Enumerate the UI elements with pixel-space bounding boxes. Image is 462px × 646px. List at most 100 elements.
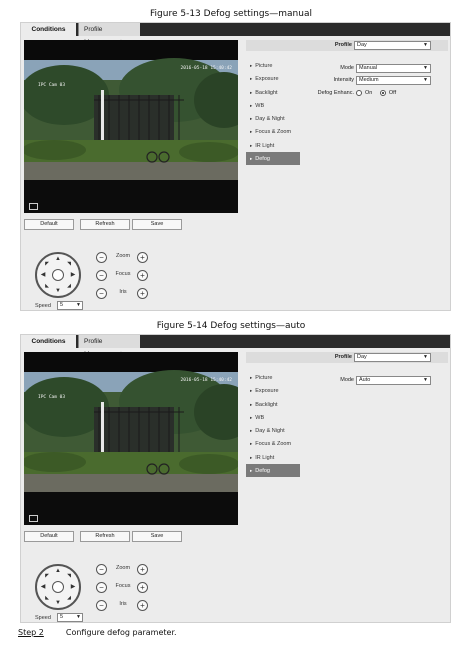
iris-plus-button[interactable]: + (137, 600, 148, 611)
refresh-button[interactable]: Refresh (80, 219, 130, 230)
zoom-label: Zoom (115, 253, 131, 259)
profile-select[interactable]: Day ▼ (354, 353, 431, 362)
defog-settings-auto-screenshot: Conditions Profile Management (20, 334, 451, 623)
zoom-plus-button[interactable]: + (137, 252, 148, 263)
menu-item-wb[interactable]: ▸ WB (246, 411, 300, 424)
chevron-right-icon: ▸ (250, 156, 253, 162)
zoom-plus-button[interactable]: + (137, 564, 148, 575)
defog-settings-manual-screenshot: Conditions Profile Management (20, 22, 451, 311)
default-button[interactable]: Default (24, 219, 74, 230)
ptz-direction-pad[interactable]: ▲ ▼ ◀ ▶ ◤ ◥ ◣ ◢ (35, 564, 81, 610)
speed-select[interactable]: 5 ▼ (57, 301, 83, 310)
focus-plus-button[interactable]: + (137, 270, 148, 281)
chevron-right-icon: ▸ (250, 116, 253, 122)
arrow-up-icon[interactable]: ▲ (54, 567, 62, 575)
step-number: Step 2 (18, 628, 44, 637)
profile-label: Profile (334, 42, 352, 48)
chevron-right-icon: ▸ (250, 102, 253, 108)
zoom-minus-button[interactable]: − (96, 252, 107, 263)
arrow-up-right-icon[interactable]: ◥ (65, 572, 73, 580)
settings-menu: ▸ Picture ▸ Exposure ▸ Backlight ▸ WB ▸ Day &… (246, 371, 300, 478)
profile-select[interactable]: Day ▼ (354, 41, 431, 50)
focus-label: Focus (115, 271, 131, 277)
fullscreen-icon[interactable] (29, 203, 38, 210)
save-button[interactable]: Save (132, 219, 182, 230)
profile-label: Profile (334, 354, 352, 360)
arrow-down-right-icon[interactable]: ◢ (65, 282, 73, 290)
menu-item-defog[interactable]: ▸ Defog (246, 464, 300, 478)
tab-conditions[interactable]: Conditions (21, 23, 76, 36)
mode-value: Auto (359, 377, 371, 383)
arrow-down-right-icon[interactable]: ◢ (65, 594, 73, 602)
tab-bar: Conditions Profile Management (21, 335, 450, 358)
ptz-center-button[interactable] (52, 269, 64, 281)
tab-profile-management[interactable]: Profile Management (78, 23, 140, 46)
speed-value: 5 (60, 614, 64, 620)
mode-field: Mode Manual ▼ (246, 64, 448, 73)
video-camera-label: IPC Cam 03 (38, 83, 66, 88)
on-radio[interactable] (356, 89, 362, 96)
settings-menu: ▸ Picture ▸ Exposure ▸ Backlight ▸ WB ▸ Day &… (246, 59, 300, 166)
defog-enhance-label: Defog Enhanc. (317, 90, 354, 96)
mode-select[interactable]: Auto ▼ (356, 376, 431, 385)
menu-item-backlight[interactable]: ▸ Backlight (246, 398, 300, 411)
menu-item-focus-zoom[interactable]: ▸ Focus & Zoom (246, 125, 300, 138)
menu-item-focus-zoom[interactable]: ▸ Focus & Zoom (246, 437, 300, 450)
chevron-down-icon: ▼ (423, 354, 428, 360)
tab-profile-management[interactable]: Profile Management (78, 335, 140, 358)
arrow-right-icon[interactable]: ▶ (69, 271, 77, 279)
menu-item-defog[interactable]: ▸ Defog (246, 152, 300, 166)
speed-select[interactable]: 5 ▼ (57, 613, 83, 622)
tab-conditions[interactable]: Conditions (21, 335, 76, 348)
live-video: 2016-05-18 15:40:42 IPC Cam 03 (24, 40, 238, 213)
save-button[interactable]: Save (132, 531, 182, 542)
ptz-direction-pad[interactable]: ▲ ▼ ◀ ▶ ◤ ◥ ◣ ◢ (35, 252, 81, 298)
menu-item-ir-light[interactable]: ▸ IR Light (246, 139, 300, 152)
arrow-up-left-icon[interactable]: ◤ (43, 572, 51, 580)
chevron-right-icon: ▸ (250, 142, 253, 148)
arrow-down-icon[interactable]: ▼ (54, 287, 62, 295)
arrow-right-icon[interactable]: ▶ (69, 583, 77, 591)
defog-enhance-radio-group: On Off (356, 89, 436, 98)
arrow-down-icon[interactable]: ▼ (54, 599, 62, 607)
menu-item-exposure[interactable]: ▸ Exposure (246, 384, 300, 397)
intensity-field: Intensity Medium ▼ (246, 76, 448, 85)
arrow-down-left-icon[interactable]: ◣ (43, 282, 51, 290)
zoom-minus-button[interactable]: − (96, 564, 107, 575)
figure-caption: Figure 5-13 Defog settings—manual (150, 9, 312, 19)
ptz-center-button[interactable] (52, 581, 64, 593)
arrow-up-icon[interactable]: ▲ (54, 255, 62, 263)
default-button[interactable]: Default (24, 531, 74, 542)
video-timestamp: 2016-05-18 15:40:42 (180, 378, 232, 383)
iris-minus-button[interactable]: − (96, 288, 107, 299)
figure-caption: Figure 5-14 Defog settings—auto (156, 321, 306, 331)
step-instruction: Step 2 Configure defog parameter. (18, 628, 177, 637)
menu-item-day-night[interactable]: ▸ Day & Night (246, 424, 300, 437)
off-radio[interactable] (379, 89, 386, 96)
arrow-up-right-icon[interactable]: ◥ (65, 260, 73, 268)
focus-plus-button[interactable]: + (137, 582, 148, 593)
menu-item-ir-light[interactable]: ▸ IR Light (246, 451, 300, 464)
focus-label: Focus (115, 583, 131, 589)
profile-value: Day (357, 354, 367, 360)
focus-minus-button[interactable]: − (96, 270, 107, 281)
off-label: Off (388, 90, 397, 96)
arrow-left-icon[interactable]: ◀ (39, 583, 47, 591)
chevron-down-icon: ▼ (423, 377, 428, 383)
menu-item-wb[interactable]: ▸ WB (246, 99, 300, 112)
profile-bar: Profile Day ▼ (246, 352, 448, 363)
arrow-down-left-icon[interactable]: ◣ (43, 594, 51, 602)
mode-select[interactable]: Manual ▼ (356, 64, 431, 73)
arrow-left-icon[interactable]: ◀ (39, 271, 47, 279)
focus-minus-button[interactable]: − (96, 582, 107, 593)
menu-item-day-night[interactable]: ▸ Day & Night (246, 112, 300, 125)
arrow-up-left-icon[interactable]: ◤ (43, 260, 51, 268)
chevron-down-icon: ▼ (423, 42, 428, 48)
defog-enhance-field: Defog Enhanc. On Off (246, 89, 448, 98)
iris-minus-button[interactable]: − (96, 600, 107, 611)
iris-plus-button[interactable]: + (137, 288, 148, 299)
fullscreen-icon[interactable] (29, 515, 38, 522)
intensity-select[interactable]: Medium ▼ (356, 76, 431, 85)
chevron-down-icon: ▼ (76, 302, 81, 308)
refresh-button[interactable]: Refresh (80, 531, 130, 542)
